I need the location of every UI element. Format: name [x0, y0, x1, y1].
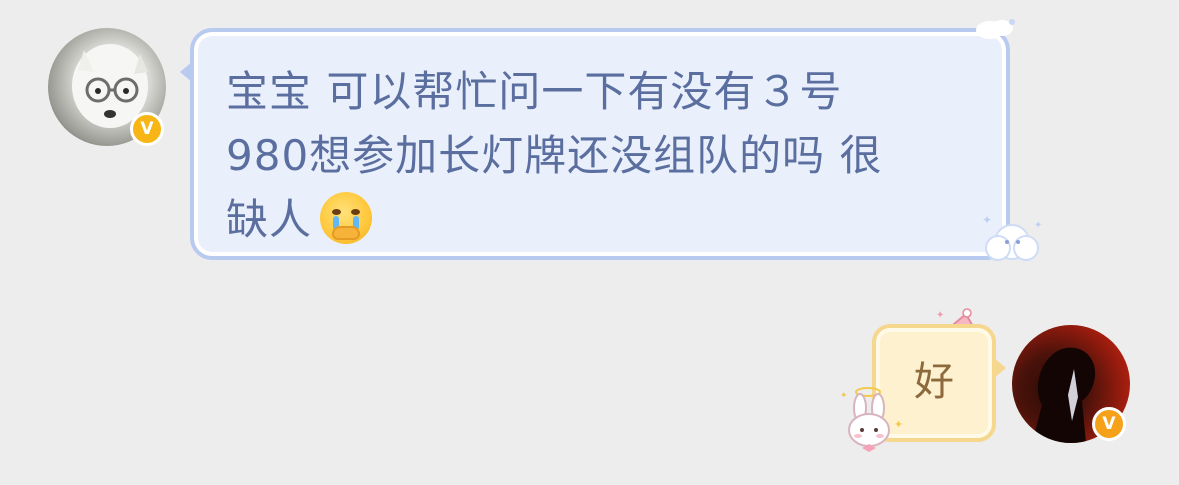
incoming-message-text: 宝宝 可以帮忙问一下有没有３号 980想参加长灯牌还没组队的吗 很 缺人 [226, 60, 976, 252]
svg-text:✦: ✦ [894, 418, 903, 431]
svg-text:✦: ✦ [982, 213, 992, 227]
svg-text:✦: ✦ [936, 310, 944, 321]
bunny-decoration-icon: ✦ ✦ [840, 387, 903, 452]
svg-text:✦: ✦ [1034, 220, 1042, 231]
outgoing-message-text: 好 [914, 359, 954, 405]
cloud-sparkle-decoration-icon: ✦ ✦ [982, 213, 1042, 261]
verified-v-icon: V [1092, 407, 1126, 441]
cloud-decoration-icon [976, 19, 1015, 39]
user-avatar[interactable]: V [1012, 325, 1130, 443]
verified-v-icon: V [130, 112, 164, 146]
crying-face-emoji-icon [320, 192, 373, 244]
svg-text:✦: ✦ [840, 391, 848, 401]
bubble-tail [994, 358, 1006, 378]
sender-avatar[interactable]: V [48, 28, 166, 146]
chat-view: V 宝宝 可以帮忙问一下有没有３号 980想参加长灯牌还没组队的吗 很 缺人 ✦… [0, 0, 1179, 485]
incoming-message-bubble[interactable]: 宝宝 可以帮忙问一下有没有３号 980想参加长灯牌还没组队的吗 很 缺人 [190, 28, 1010, 260]
